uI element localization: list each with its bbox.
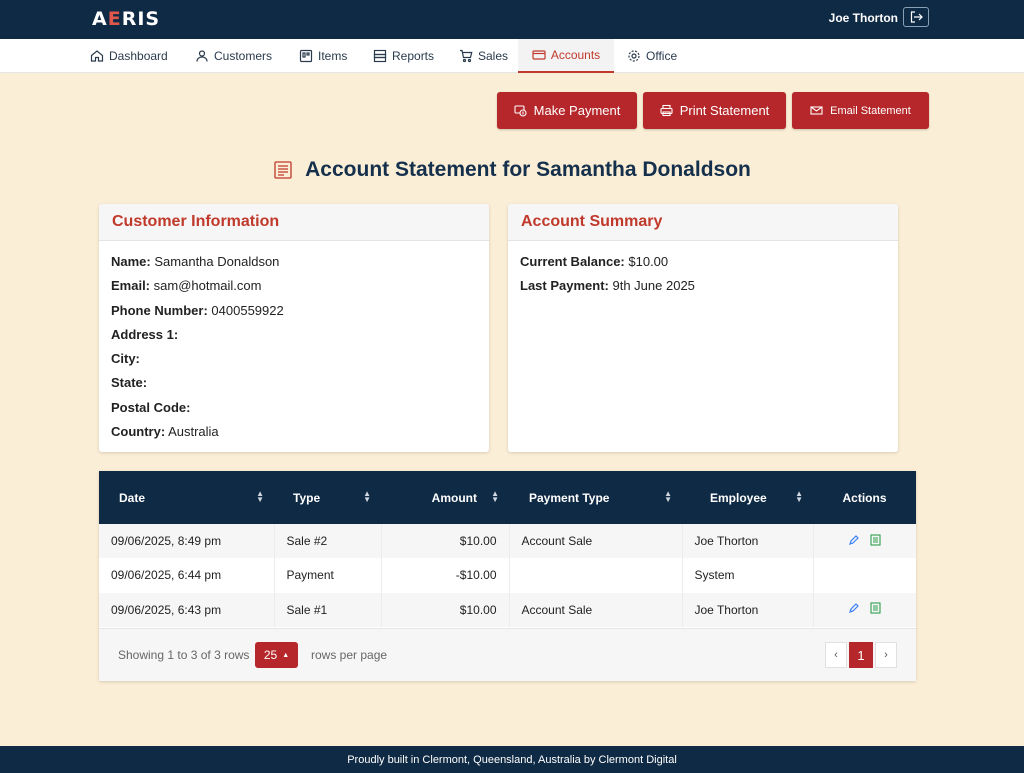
cell-actions <box>813 524 916 559</box>
table-row: 09/06/2025, 6:43 pm Sale #1 $10.00 Accou… <box>99 592 916 627</box>
info-postal-code: Postal Code: <box>111 399 191 415</box>
cell-employee: Joe Thorton <box>682 592 814 627</box>
transactions-table: Date ▲ ▼ Type ▲ ▼ Amount ▲ ▼ Payment Type ▲ ▼ Em… <box>99 471 916 627</box>
cell-actions <box>813 558 916 593</box>
items-icon <box>299 49 313 63</box>
caret-up-icon: ▲ <box>282 651 290 659</box>
account-summary-card: Account Summary Current Balance: $10.00 … <box>508 204 898 452</box>
statement-icon <box>274 161 292 179</box>
edit-icon[interactable] <box>848 602 860 614</box>
cell-actions <box>813 592 916 627</box>
table-row: 09/06/2025, 8:49 pm Sale #2 $10.00 Accou… <box>99 524 916 559</box>
sort-icon[interactable]: ▲ ▼ <box>795 490 803 504</box>
nav-label: Customers <box>214 49 273 63</box>
logout-icon <box>910 11 923 23</box>
cell-type: Sale #1 <box>274 592 382 627</box>
site-footer: Proudly built in Clermont, Queensland, A… <box>0 746 1024 773</box>
summary-balance: Current Balance: $10.00 <box>520 254 669 269</box>
cell-amount: $10.00 <box>381 592 510 627</box>
cell-payment-type <box>509 558 683 593</box>
printer-icon <box>660 104 673 117</box>
reports-icon <box>373 49 387 63</box>
page-size-dropdown[interactable]: 25 ▲ <box>255 642 298 668</box>
info-address: Address 1: <box>111 326 179 342</box>
info-phone: Phone Number: 0400559922 <box>111 302 284 318</box>
nav-reports[interactable]: Reports <box>373 39 435 73</box>
sort-icon[interactable]: ▲ ▼ <box>256 490 264 504</box>
prev-page-button[interactable]: ‹ <box>825 642 847 668</box>
nav-label: Accounts <box>550 48 601 62</box>
cart-icon <box>460 49 473 63</box>
cell-employee: Joe Thorton <box>682 524 814 559</box>
cell-date: 09/06/2025, 6:44 pm <box>99 558 275 593</box>
nav-customers[interactable]: Customers <box>195 39 275 73</box>
payment-icon <box>514 105 527 117</box>
email-statement-label: Email Statement <box>830 104 911 117</box>
nav-label: Items <box>318 49 348 63</box>
sort-icon[interactable]: ▲ ▼ <box>491 490 499 504</box>
summary-last-payment: Last Payment: 9th June 2025 <box>520 278 695 294</box>
nav-label: Reports <box>392 49 435 63</box>
next-page-button[interactable]: › <box>875 642 897 668</box>
app-logo[interactable]: AERIS <box>92 8 160 30</box>
print-statement-button[interactable]: Print Statement <box>643 92 786 129</box>
edit-icon[interactable] <box>848 534 860 546</box>
home-icon <box>90 50 104 62</box>
column-header-type[interactable]: Type ▲ ▼ <box>274 471 381 524</box>
cell-type: Sale #2 <box>274 524 382 559</box>
logout-button[interactable] <box>903 7 929 27</box>
make-payment-button[interactable]: Make Payment <box>497 92 637 129</box>
user-name: Joe Thorton <box>828 11 898 25</box>
envelope-icon <box>810 106 823 115</box>
user-icon <box>196 50 208 62</box>
page-title: Account Statement for Samantha Donaldson <box>305 158 751 181</box>
print-statement-label: Print Statement <box>679 103 770 118</box>
info-email: Email: sam@hotmail.com <box>111 278 262 294</box>
cell-payment-type: Account Sale <box>509 524 683 559</box>
customer-info-heading: Customer Information <box>99 204 489 241</box>
nav-dashboard[interactable]: Dashboard <box>90 39 170 73</box>
sort-icon[interactable]: ▲ ▼ <box>664 490 672 504</box>
column-header-employee[interactable]: Employee ▲ ▼ <box>682 471 813 524</box>
cell-date: 09/06/2025, 6:43 pm <box>99 592 275 627</box>
info-city: City: <box>111 351 140 367</box>
account-summary-heading: Account Summary <box>508 204 898 241</box>
column-header-payment-type[interactable]: Payment Type ▲ ▼ <box>509 471 682 524</box>
nav-sales[interactable]: Sales <box>459 39 509 73</box>
nav-items[interactable]: Items <box>299 39 351 73</box>
gear-icon <box>628 50 640 62</box>
table-row: 09/06/2025, 6:44 pm Payment -$10.00 Syst… <box>99 558 916 593</box>
nav-accounts[interactable]: Accounts <box>518 39 614 73</box>
nav-label: Dashboard <box>109 49 168 63</box>
rows-per-page-label: rows per page <box>311 648 388 662</box>
cell-date: 09/06/2025, 8:49 pm <box>99 524 275 559</box>
top-bar: AERIS Joe Thorton <box>0 0 1024 39</box>
cell-amount: -$10.00 <box>381 558 510 593</box>
cell-employee: System <box>682 558 814 593</box>
column-header-date[interactable]: Date ▲ ▼ <box>99 471 274 524</box>
table-pagination-bar: Showing 1 to 3 of 3 rows 25 ▲ rows per pa… <box>99 628 916 681</box>
info-country: Country: Australia <box>111 424 219 440</box>
page-1-button[interactable]: 1 <box>849 642 873 668</box>
info-state: State: <box>111 375 148 391</box>
receipt-icon[interactable] <box>870 602 881 614</box>
receipt-icon[interactable] <box>870 534 881 546</box>
sort-icon[interactable]: ▲ ▼ <box>363 490 371 504</box>
card-icon <box>532 50 546 60</box>
cell-type: Payment <box>274 558 382 593</box>
showing-rows-text: Showing 1 to 3 of 3 rows <box>118 648 250 662</box>
cell-amount: $10.00 <box>381 524 510 559</box>
column-header-actions: Actions <box>813 471 916 524</box>
main-nav: Dashboard Customers Items Reports Sales … <box>0 39 1024 73</box>
nav-label: Office <box>646 49 678 63</box>
customer-info-card: Customer Information Name: Samantha Dona… <box>99 204 489 452</box>
make-payment-label: Make Payment <box>533 103 621 118</box>
column-header-amount[interactable]: Amount ▲ ▼ <box>381 471 509 524</box>
info-name: Name: Samantha Donaldson <box>111 254 280 269</box>
email-statement-button[interactable]: Email Statement <box>792 92 929 129</box>
nav-office[interactable]: Office <box>627 39 683 73</box>
page-title-row: Account Statement for Samantha Donaldson <box>0 158 1024 183</box>
cell-payment-type: Account Sale <box>509 592 683 627</box>
nav-label: Sales <box>478 49 509 63</box>
